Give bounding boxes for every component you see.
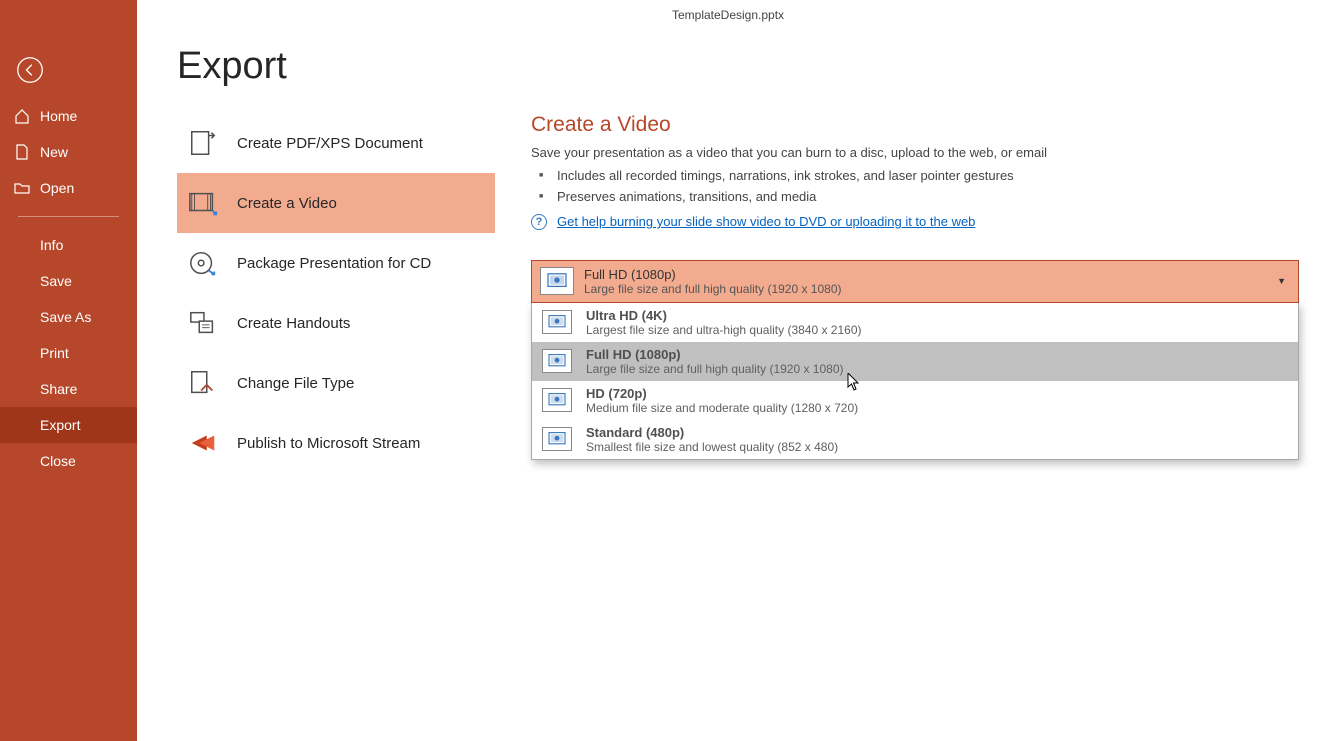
nav-new-label: New — [40, 144, 68, 160]
resolution-selected-sub: Large file size and full high quality (1… — [584, 282, 1273, 296]
export-detail-pane: Create a Video Save your presentation as… — [495, 113, 1319, 741]
nav-save-as-label: Save As — [40, 309, 91, 325]
nav-new[interactable]: New — [0, 134, 137, 170]
nav-print-label: Print — [40, 345, 69, 361]
option-change-filetype[interactable]: Change File Type — [177, 353, 495, 413]
window-title: TemplateDesign.pptx — [137, 0, 1319, 30]
monitor-icon — [542, 388, 572, 412]
video-icon — [187, 187, 219, 219]
backstage-sidebar: Home New Open Info Save Save As Print Sh… — [0, 0, 137, 741]
nav-export-label: Export — [40, 417, 80, 433]
resolution-dropdown: Ultra HD (4K)Largest file size and ultra… — [531, 303, 1299, 460]
resolution-option[interactable]: Full HD (1080p)Large file size and full … — [532, 342, 1298, 381]
resolution-option[interactable]: Standard (480p)Smallest file size and lo… — [532, 420, 1298, 459]
nav-divider — [18, 216, 119, 217]
filetype-icon — [187, 367, 219, 399]
nav-save-as[interactable]: Save As — [0, 299, 137, 335]
resolution-combobox[interactable]: Full HD (1080p) Large file size and full… — [531, 260, 1299, 303]
option-create-video-label: Create a Video — [237, 195, 337, 212]
nav-info[interactable]: Info — [0, 227, 137, 263]
stream-icon — [187, 427, 219, 459]
new-file-icon — [14, 144, 30, 160]
open-folder-icon — [14, 180, 30, 196]
back-arrow-icon — [16, 56, 44, 84]
option-create-pdf-label: Create PDF/XPS Document — [237, 135, 423, 152]
option-create-handouts[interactable]: Create Handouts — [177, 293, 495, 353]
nav-close[interactable]: Close — [0, 443, 137, 479]
filename-label: TemplateDesign.pptx — [672, 8, 784, 22]
pdf-icon — [187, 127, 219, 159]
nav-open[interactable]: Open — [0, 170, 137, 206]
option-package-cd[interactable]: Package Presentation for CD — [177, 233, 495, 293]
video-heading: Create a Video — [531, 113, 1299, 137]
home-icon — [14, 108, 30, 124]
resolution-selected-title: Full HD (1080p) — [584, 267, 1273, 282]
page-title: Export — [137, 30, 1319, 113]
chevron-down-icon: ▼ — [1273, 276, 1290, 286]
video-help-link[interactable]: Get help burning your slide show video t… — [557, 214, 975, 229]
nav-home[interactable]: Home — [0, 98, 137, 134]
option-create-video[interactable]: Create a Video — [177, 173, 495, 233]
help-icon: ? — [531, 214, 547, 230]
resolution-option-title: Full HD (1080p) — [586, 347, 844, 362]
main-pane: TemplateDesign.pptx Export Create PDF/XP… — [137, 0, 1319, 741]
resolution-option-title: Ultra HD (4K) — [586, 308, 862, 323]
monitor-icon — [542, 310, 572, 334]
monitor-icon — [540, 267, 574, 295]
export-options-list: Create PDF/XPS Document Create a Video P… — [137, 113, 495, 741]
option-publish-stream-label: Publish to Microsoft Stream — [237, 435, 420, 452]
resolution-option-title: HD (720p) — [586, 386, 858, 401]
nav-print[interactable]: Print — [0, 335, 137, 371]
resolution-option[interactable]: HD (720p)Medium file size and moderate q… — [532, 381, 1298, 420]
nav-open-label: Open — [40, 180, 74, 196]
back-button[interactable] — [10, 50, 50, 90]
monitor-icon — [542, 427, 572, 451]
resolution-option-sub: Large file size and full high quality (1… — [586, 362, 844, 376]
nav-info-label: Info — [40, 237, 63, 253]
nav-close-label: Close — [40, 453, 76, 469]
nav-share-label: Share — [40, 381, 77, 397]
resolution-option[interactable]: Ultra HD (4K)Largest file size and ultra… — [532, 303, 1298, 342]
option-create-pdf[interactable]: Create PDF/XPS Document — [177, 113, 495, 173]
nav-home-label: Home — [40, 108, 77, 124]
video-bullet-2: Preserves animations, transitions, and m… — [539, 187, 1299, 208]
handouts-icon — [187, 307, 219, 339]
video-description: Save your presentation as a video that y… — [531, 145, 1299, 160]
video-bullet-list: Includes all recorded timings, narration… — [531, 166, 1299, 208]
resolution-option-sub: Largest file size and ultra-high quality… — [586, 323, 862, 337]
nav-save[interactable]: Save — [0, 263, 137, 299]
nav-share[interactable]: Share — [0, 371, 137, 407]
cd-icon — [187, 247, 219, 279]
nav-export[interactable]: Export — [0, 407, 137, 443]
resolution-option-sub: Smallest file size and lowest quality (8… — [586, 440, 838, 454]
monitor-icon — [542, 349, 572, 373]
option-change-filetype-label: Change File Type — [237, 375, 354, 392]
option-create-handouts-label: Create Handouts — [237, 315, 350, 332]
nav-save-label: Save — [40, 273, 72, 289]
option-package-cd-label: Package Presentation for CD — [237, 255, 431, 272]
video-bullet-1: Includes all recorded timings, narration… — [539, 166, 1299, 187]
option-publish-stream[interactable]: Publish to Microsoft Stream — [177, 413, 495, 473]
resolution-option-title: Standard (480p) — [586, 425, 838, 440]
resolution-option-sub: Medium file size and moderate quality (1… — [586, 401, 858, 415]
